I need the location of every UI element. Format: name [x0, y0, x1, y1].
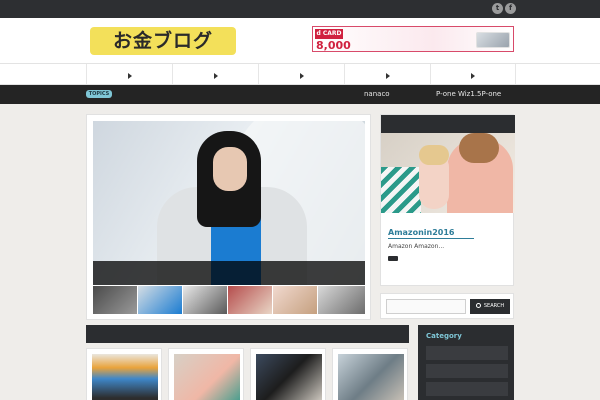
post-card-image [338, 354, 404, 400]
search-input[interactable] [386, 299, 466, 314]
section-header [86, 325, 409, 343]
sidebar-header [381, 115, 515, 133]
featured-post-title[interactable]: Amazonin2016 [388, 228, 474, 239]
nav-item-4[interactable] [344, 64, 430, 84]
slider-thumb[interactable] [138, 286, 183, 314]
nav-item-3[interactable] [258, 64, 344, 84]
chevron-right-icon [299, 73, 304, 79]
read-more-button[interactable] [388, 256, 398, 261]
slider-thumb[interactable] [318, 286, 365, 314]
nav-item-5[interactable] [430, 64, 516, 84]
facebook-icon[interactable]: f [505, 3, 516, 14]
post-card[interactable] [86, 348, 162, 400]
chevron-right-icon [471, 73, 475, 79]
post-card[interactable] [332, 348, 408, 400]
main-nav [0, 63, 600, 85]
search-button[interactable]: SEARCH [470, 299, 510, 314]
post-card-image [256, 354, 322, 400]
category-item[interactable] [426, 382, 508, 396]
twitter-icon[interactable]: t [492, 3, 503, 14]
slider-thumb[interactable] [228, 286, 273, 314]
slider-thumbnails [93, 286, 365, 314]
featured-slider [86, 114, 371, 320]
slider-caption [93, 261, 365, 285]
category-item[interactable] [426, 364, 508, 378]
post-card-image [92, 354, 158, 400]
slider-thumb[interactable] [273, 286, 318, 314]
slider-thumb[interactable] [183, 286, 228, 314]
chevron-right-icon [127, 73, 132, 79]
search-widget: SEARCH [380, 293, 514, 319]
credit-card-image [476, 32, 510, 48]
category-title: Category [426, 332, 462, 340]
site-logo[interactable]: お金ブログ [90, 27, 236, 55]
banner-amount: 8,000 [316, 39, 351, 52]
category-item[interactable] [426, 346, 508, 360]
banner-brand: d CARD [315, 29, 343, 39]
featured-post-image[interactable] [381, 133, 515, 213]
nav-item-2[interactable] [172, 64, 258, 84]
topics-ticker: TOPICS nanaco P-one Wiz1.5P-one [0, 85, 600, 104]
nav-item-1[interactable] [86, 64, 172, 84]
chevron-right-icon [213, 73, 218, 79]
topics-badge: TOPICS [86, 90, 112, 98]
ticker-item[interactable]: nanaco [364, 89, 390, 99]
site-header: お金ブログ d CARD 8,000 [0, 18, 600, 63]
category-widget: Category [418, 325, 514, 400]
post-card[interactable] [250, 348, 326, 400]
header-ad-banner[interactable]: d CARD 8,000 [312, 26, 514, 52]
post-card-image [174, 354, 240, 400]
search-button-label: SEARCH [483, 303, 505, 309]
ticker-item[interactable]: P-one Wiz1.5P-one [436, 89, 501, 99]
sidebar-featured-post: Amazonin2016 Amazon Amazon... [380, 114, 515, 286]
search-icon [475, 303, 481, 308]
slider-thumb[interactable] [93, 286, 138, 314]
featured-post-excerpt: Amazon Amazon... [388, 243, 445, 250]
post-card[interactable] [168, 348, 244, 400]
chevron-right-icon [385, 73, 390, 79]
top-bar: t f [0, 0, 600, 18]
